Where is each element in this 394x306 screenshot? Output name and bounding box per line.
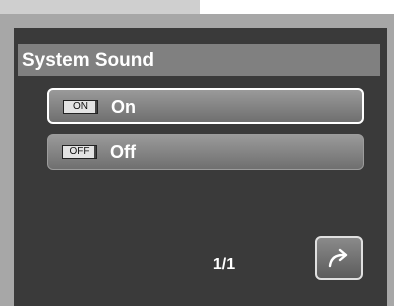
- return-button[interactable]: [315, 236, 363, 280]
- top-strip: [0, 0, 200, 14]
- off-badge-icon: OFF: [62, 145, 97, 159]
- menu-title: System Sound: [22, 50, 154, 71]
- page-indicator: 1/1: [212, 256, 236, 273]
- on-badge-icon: ON: [63, 100, 98, 114]
- option-on[interactable]: ON On: [47, 88, 364, 124]
- option-off-label: Off: [110, 142, 136, 162]
- option-on-label: On: [111, 97, 136, 117]
- option-off[interactable]: OFF Off: [47, 134, 364, 170]
- return-arrow-icon: [328, 248, 348, 268]
